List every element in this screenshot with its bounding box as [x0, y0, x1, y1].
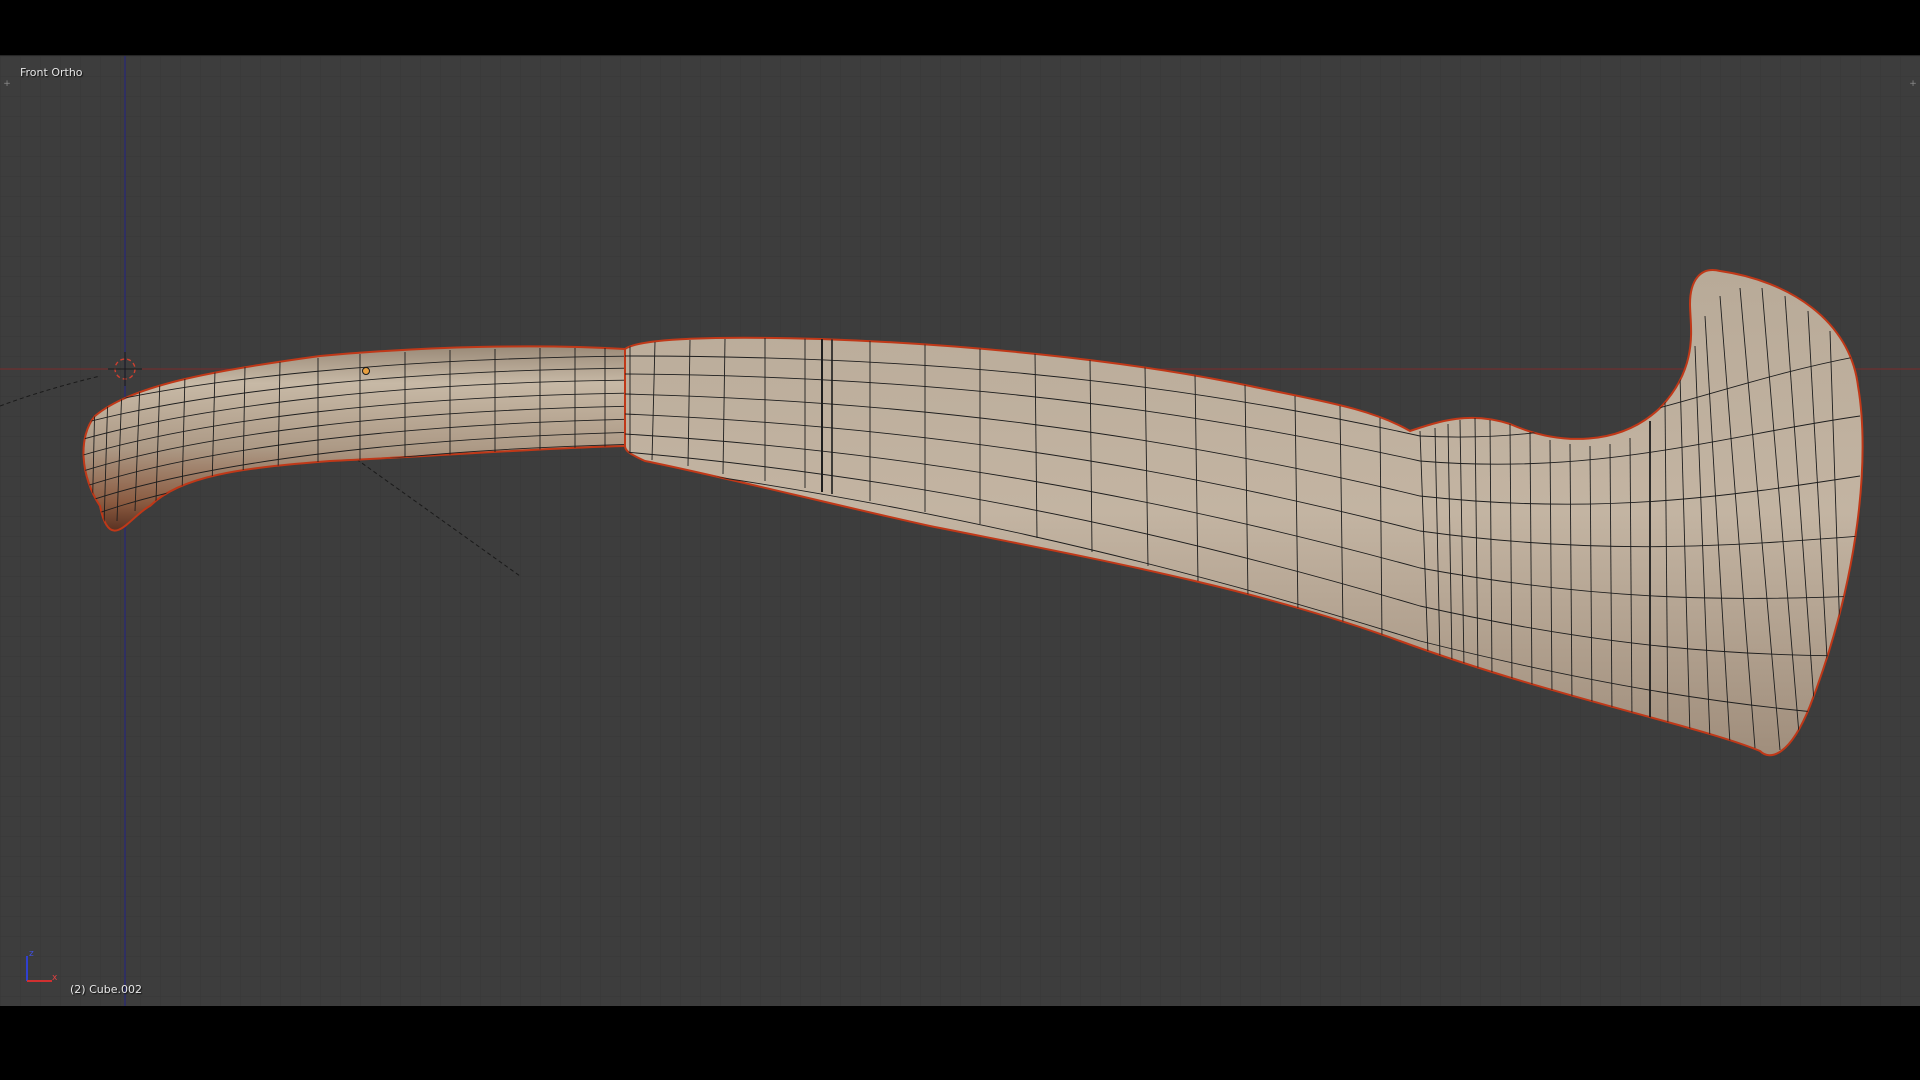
active-object-label: (2) Cube.002 — [70, 983, 142, 996]
plus-icon[interactable]: + — [1909, 80, 1917, 89]
viewport-canvas[interactable]: z x — [0, 56, 1920, 1007]
bottom-letterbox — [0, 1006, 1920, 1080]
top-letterbox — [0, 0, 1920, 55]
origin-dot-icon[interactable] — [362, 367, 370, 375]
axis-gizmo-z-label: z — [29, 949, 34, 959]
plus-icon[interactable]: + — [3, 80, 11, 89]
3d-viewport[interactable]: z x Front Ortho (2) Cube.002 + + — [0, 55, 1920, 1007]
view-name-label: Front Ortho — [20, 66, 83, 79]
axis-gizmo-x-label: x — [52, 973, 58, 983]
